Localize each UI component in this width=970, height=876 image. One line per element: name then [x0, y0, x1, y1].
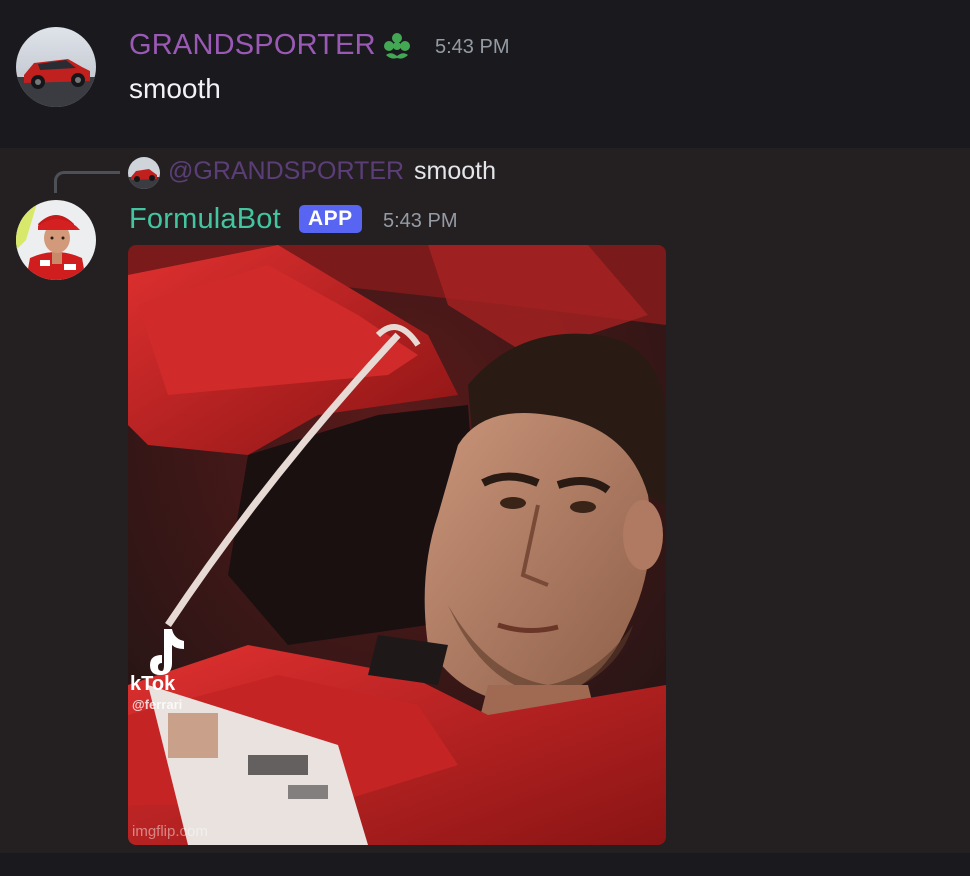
tiktok-handle-watermark: @ferrari [132, 697, 183, 712]
grandsporter-avatar[interactable] [16, 27, 96, 107]
reply-connector [54, 171, 120, 193]
imgflip-watermark: imgflip.com [132, 823, 208, 840]
formulabot-avatar[interactable] [16, 200, 96, 280]
bottom-strip [0, 853, 970, 876]
grandsporter-message-text: smooth [129, 73, 221, 104]
app-badge: APP [299, 205, 362, 233]
formulabot-timestamp[interactable]: 5:43 PM [383, 210, 457, 233]
message-grandsporter: GRANDSPORTER 5:43 PM smooth [0, 0, 970, 148]
tiktok-watermark: kTok [130, 673, 176, 695]
reply-avatar[interactable] [128, 157, 160, 189]
grandsporter-username[interactable]: GRANDSPORTER [129, 29, 376, 62]
gif-attachment[interactable]: kTok @ferrari imgflip.com [128, 245, 666, 845]
reply-preview-text[interactable]: smooth [414, 157, 496, 186]
formulabot-username[interactable]: FormulaBot [129, 203, 281, 236]
clover-role-icon[interactable] [380, 29, 414, 63]
reply-mention[interactable]: @GRANDSPORTER [168, 157, 404, 186]
grandsporter-timestamp[interactable]: 5:43 PM [435, 36, 509, 59]
